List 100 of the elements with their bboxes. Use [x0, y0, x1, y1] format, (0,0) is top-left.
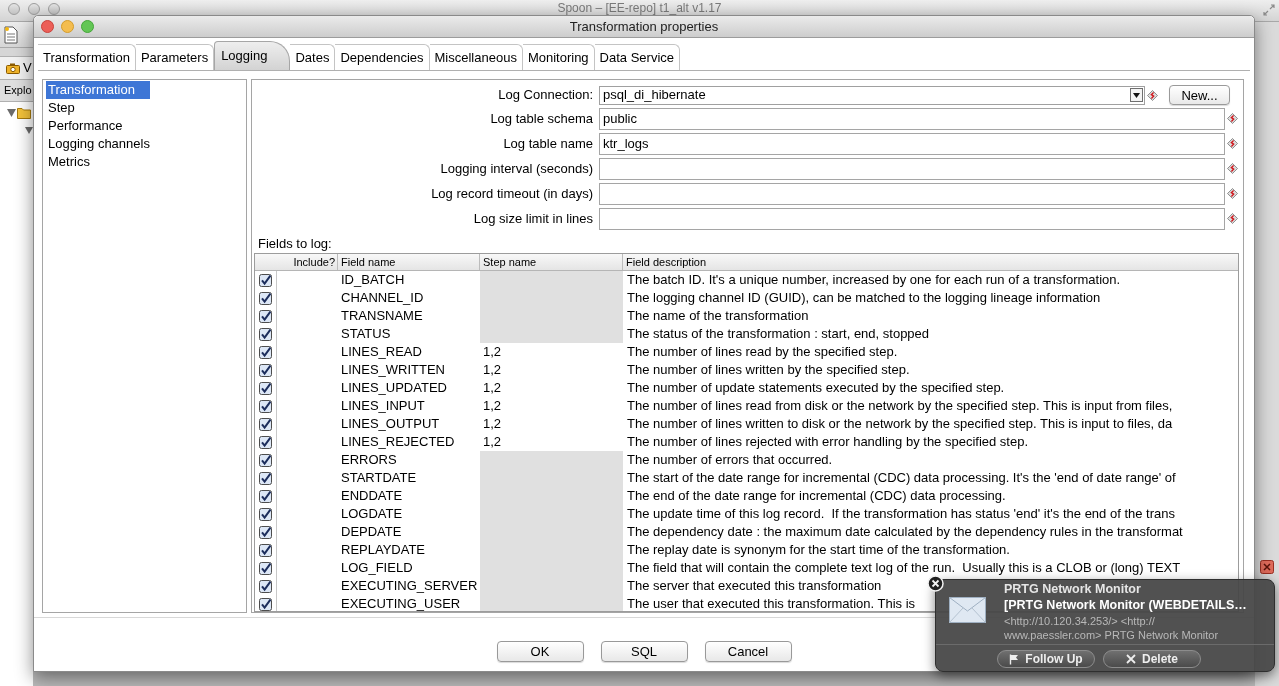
table-cell: LINES_INPUT [341, 397, 425, 415]
tab[interactable]: Miscellaneous [429, 44, 523, 70]
list-item[interactable]: Step [46, 99, 90, 117]
field-label: Logging interval (seconds) [440, 159, 593, 178]
panel-tab[interactable]: V [0, 56, 33, 80]
table-cell: The number of lines rejected with error handling by the specified step. [627, 433, 1029, 451]
checkbox[interactable] [259, 507, 272, 521]
dialog-title: Transformation properties [569, 17, 719, 36]
close-window-icon[interactable] [41, 20, 54, 33]
checkbox[interactable] [259, 273, 272, 287]
table-cell: EXECUTING_SERVER [341, 577, 478, 595]
column-header[interactable]: Field name [338, 254, 480, 270]
checkbox[interactable] [259, 291, 272, 305]
dropdown[interactable]: psql_di_hibernate [599, 85, 1145, 105]
new-connection-button[interactable]: New... [1169, 85, 1230, 105]
flag-icon [1009, 653, 1020, 665]
field-label: Log record timeout (in days) [431, 184, 593, 203]
table-cell: The user that executed this transformation. This is [627, 595, 916, 611]
table-cell: LINES_UPDATED [341, 379, 447, 397]
table-cell: LINES_REJECTED [341, 433, 455, 451]
diamond-icon [1227, 163, 1238, 174]
tab[interactable]: Transformation [38, 44, 136, 70]
tab[interactable]: Data Service [594, 44, 680, 70]
notification-action-button[interactable]: Follow Up [997, 650, 1095, 668]
checkbox[interactable] [259, 363, 272, 377]
checkbox[interactable] [259, 435, 272, 449]
tab[interactable]: Parameters [135, 44, 215, 70]
table-cell: The number of lines read by the specified step. [627, 343, 898, 361]
list-item[interactable]: Logging channels [46, 135, 165, 153]
table-cell: The name of the transformation [627, 307, 809, 325]
checkbox[interactable] [259, 597, 272, 611]
checkbox[interactable] [259, 417, 272, 431]
camera-icon [6, 62, 20, 74]
text-field[interactable]: public [599, 107, 1225, 130]
table-cell: EXECUTING_USER [341, 595, 461, 611]
tab[interactable]: Dates [290, 44, 336, 70]
field-label: Log Connection: [498, 86, 593, 105]
checkbox[interactable] [259, 399, 272, 413]
table-cell: The number of update statements executed by the specified step. [627, 379, 1005, 397]
checkbox[interactable] [259, 327, 272, 341]
column-header[interactable]: Field description [623, 254, 1238, 270]
table-cell: The field that will contain the complete text log of the run. Usually this is a CLOB or (long) TEXT [627, 559, 1181, 577]
tab[interactable]: Logging [214, 41, 291, 70]
checkbox[interactable] [259, 471, 272, 485]
checkbox[interactable] [259, 525, 272, 539]
text-field[interactable] [599, 157, 1225, 180]
table-cell: The replay date is synonym for the start time of the transformation. [627, 541, 1010, 559]
disclosure-triangle-icon[interactable] [25, 127, 33, 134]
window-title: Spoon – [EE-repo] t1_alt v1.17 [557, 1, 722, 15]
table-cell: The number of lines read from disk or the network by the specified step. This is input from files, [627, 397, 1173, 415]
field-label: Log size limit in lines [473, 209, 593, 228]
text-field[interactable]: ktr_logs [599, 132, 1225, 155]
table-cell: LINES_OUTPUT [341, 415, 440, 433]
checkbox[interactable] [259, 561, 272, 575]
list-item[interactable]: Metrics [46, 153, 105, 171]
notification-subject: [PRTG Network Monitor (WEBDETAILS… [1004, 597, 1248, 614]
table-cell: STATUS [341, 325, 391, 343]
disclosure-triangle-icon[interactable] [7, 109, 16, 117]
tab[interactable]: Monitoring [522, 44, 595, 70]
dialog-button[interactable]: OK [496, 641, 584, 662]
text-field[interactable] [599, 207, 1225, 230]
column-header[interactable]: Include? [255, 254, 338, 270]
table-cell: ERRORS [341, 451, 397, 469]
checkbox[interactable] [259, 543, 272, 557]
table-cell: STARTDATE [341, 469, 417, 487]
tab[interactable]: Dependencies [335, 44, 430, 70]
table-cell: LINES_WRITTEN [341, 361, 445, 379]
text-field[interactable] [599, 182, 1225, 205]
checkbox[interactable] [259, 345, 272, 359]
folder-icon [17, 107, 31, 119]
table-cell: DEPDATE [341, 523, 402, 541]
dialog-button[interactable]: SQL [600, 641, 688, 662]
table-cell: The number of lines written to disk or the network by the specified step. This is input to files, da [627, 415, 1173, 433]
envelope-icon [949, 597, 986, 623]
diamond-icon [1227, 113, 1238, 124]
checkbox[interactable] [259, 489, 272, 503]
table-cell: The dependency date : the maximum date calculated by the dependency rules in the transformat [627, 523, 1183, 541]
table-cell: LOG_FIELD [341, 559, 413, 577]
table-cell: The server that executed this transformation [627, 577, 882, 595]
table-cell: LOGDATE [341, 505, 403, 523]
checkbox[interactable] [259, 453, 272, 467]
checkbox[interactable] [259, 579, 272, 593]
list-item[interactable]: Performance [46, 117, 138, 135]
table-cell: REPLAYDATE [341, 541, 426, 559]
checkbox[interactable] [259, 309, 272, 323]
resize-arrows-icon[interactable] [1263, 4, 1275, 16]
notification-action-button[interactable]: Delete [1103, 650, 1201, 668]
table-cell: LINES_READ [341, 343, 422, 361]
table-cell: TRANSNAME [341, 307, 423, 325]
diamond-icon [1227, 138, 1238, 149]
dialog-button[interactable]: Cancel [704, 641, 792, 662]
notification-app-name: PRTG Network Monitor [1004, 581, 1142, 597]
column-header[interactable]: Step name [480, 254, 623, 270]
list-item[interactable]: Transformation [46, 81, 150, 99]
section-label: Fields to log: [258, 234, 332, 253]
document-icon[interactable] [4, 25, 18, 44]
table-cell: ENDDATE [341, 487, 403, 505]
diamond-icon [1147, 89, 1158, 101]
table-cell: The number of lines written by the specified step. [627, 361, 910, 379]
checkbox[interactable] [259, 381, 272, 395]
